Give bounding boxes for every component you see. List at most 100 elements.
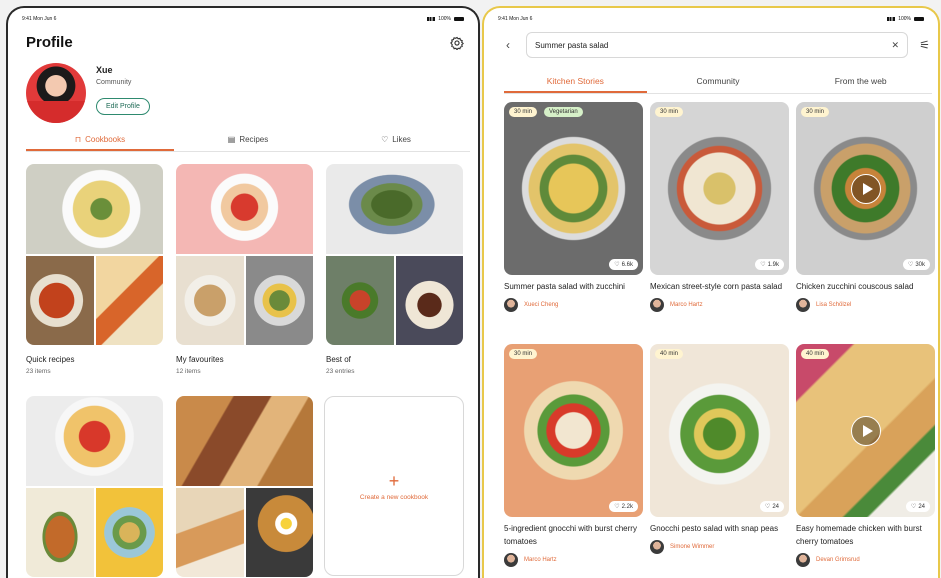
cookbook-card[interactable] [176,396,313,577]
search-value: Summer pasta salad [535,40,609,50]
heart-icon: ♡ [760,262,766,268]
recipe-title[interactable]: Easy homemade chicken with burst cherry … [796,522,935,548]
tab-cookbooks[interactable]: ⊓ Cookbooks [26,132,174,151]
recipe-card[interactable]: 40 min ♡ 24 Gnocchi pesto salad with snap… [650,344,789,554]
battery-icon [454,17,464,21]
food-photo [395,256,463,345]
author-name: Lisa Schölzel [816,302,852,308]
likes-badge[interactable]: ♡ 1.9k [755,259,784,270]
recipe-card[interactable]: 40 min ♡ 24 Easy homemade chicken with bu… [796,344,935,567]
recipe-icon: ▤ [227,135,236,144]
heart-icon: ♡ [910,504,917,510]
heart-icon: ♡ [614,262,620,268]
cookbook-title: My favourites [176,355,224,364]
status-bar: 9:41 Mon Jun 6 100% [498,16,924,22]
time-badge: 30 min [509,349,538,359]
recipe-title[interactable]: Mexican street-style corn pasta salad [650,280,789,293]
bookmark-icon: ⊓ [74,135,82,144]
food-photo [26,256,94,345]
tab-community[interactable]: Community [647,72,790,93]
time-badge: 30 min [801,107,830,117]
filter-icon[interactable]: ⚟ [919,38,930,52]
author-name: Xueci Cheng [524,302,559,308]
cookbook-count: 12 items [176,368,201,375]
likes-badge[interactable]: ♡ 24 [759,501,784,512]
author-avatar [504,553,518,567]
cookbook-card[interactable]: Quick recipes 23 items [26,164,163,375]
cookbook-count: 23 entries [326,368,355,375]
cookbook-card[interactable]: Best of 23 entries [326,164,463,375]
likes-count: 6.6k [621,261,633,268]
tab-from-the-web[interactable]: From the web [789,72,932,93]
recipe-title[interactable]: 5-ingredient gnocchi with burst cherry t… [504,522,643,548]
user-role: Community [96,79,132,86]
likes-count: 2.2k [621,503,633,510]
food-photo [26,396,163,486]
page-title: Profile [26,34,73,51]
status-bar: 9:41 Mon Jun 6 100% [22,16,464,22]
cookbook-title: Best of [326,355,351,364]
back-chevron-icon[interactable]: ‹ [506,38,510,52]
signal-icon [887,17,896,21]
food-photo [245,256,313,345]
cookbook-collage [176,164,313,345]
author-avatar [796,298,810,312]
likes-count: 1.9k [767,261,779,268]
play-icon[interactable] [850,173,881,204]
tab-kitchen-stories[interactable]: Kitchen Stories [504,72,647,93]
time-badge: 30 min [655,107,684,117]
recipe-author[interactable]: Marco Hartz [650,298,789,312]
avatar[interactable] [26,63,86,123]
tab-likes[interactable]: ♡ Likes [322,132,470,151]
recipe-title[interactable]: Summer pasta salad with zucchini [504,280,643,293]
heart-icon: ♡ [764,504,771,510]
search-input[interactable]: Summer pasta salad ✕ [526,32,908,58]
author-name: Simone Wimmer [670,544,715,550]
recipe-photo: 40 min ♡ 24 [796,344,935,517]
recipe-author[interactable]: Marco Hartz [504,553,643,567]
likes-badge[interactable]: ♡ 2.2k [609,501,638,512]
recipe-author[interactable]: Devan Grimsrud [796,553,935,567]
cookbook-count: 23 items [26,368,51,375]
recipe-title[interactable]: Chicken zucchini couscous salad [796,280,935,293]
status-time: 9:41 Mon Jun 6 [22,16,57,22]
cookbook-card[interactable]: My favourites 12 items [176,164,313,375]
user-name: Xue [96,65,113,75]
search-screen: 9:41 Mon Jun 6 100% ‹ Summer pasta salad… [482,6,940,578]
food-photo [95,256,163,345]
recipe-photo: 30 min Vegetarian ♡ 6.6k [504,102,643,275]
cookbook-card[interactable] [26,396,163,577]
food-photo [26,164,163,254]
recipe-author[interactable]: Xueci Cheng [504,298,643,312]
author-name: Devan Grimsrud [816,557,860,563]
tab-recipes[interactable]: ▤ Recipes [174,132,322,151]
edit-profile-button[interactable]: Edit Profile [96,98,150,115]
food-photo [176,488,244,577]
recipe-author[interactable]: Lisa Schölzel [796,298,935,312]
recipe-photo: 30 min ♡ 2.2k [504,344,643,517]
author-avatar [504,298,518,312]
clear-icon[interactable]: ✕ [891,40,899,51]
cookbook-collage [176,396,313,577]
likes-badge[interactable]: ♡ 6.6k [609,259,638,270]
play-icon[interactable] [850,415,881,446]
food-photo [26,488,94,577]
tab-label: Recipes [239,135,269,144]
recipe-title[interactable]: Gnocchi pesto salad with snap peas [650,522,789,535]
author-avatar [650,540,664,554]
signal-icon [427,17,436,21]
cookbook-collage [326,164,463,345]
author-name: Marco Hartz [524,557,557,563]
recipe-author[interactable]: Simone Wimmer [650,540,789,554]
battery-icon [914,17,924,21]
likes-badge[interactable]: ♡ 24 [905,501,930,512]
recipe-card[interactable]: 30 min ♡ 30k Chicken zucchini couscous sa… [796,102,935,312]
likes-badge[interactable]: ♡ 30k [902,259,930,270]
gear-icon[interactable] [450,36,464,50]
recipe-card[interactable]: 30 min Vegetarian ♡ 6.6k Summer pasta sal… [504,102,643,312]
create-cookbook-button[interactable]: + Create a new cookbook [324,396,464,576]
cookbook-title: Quick recipes [26,355,75,364]
food-photo [176,396,313,486]
recipe-card[interactable]: 30 min ♡ 2.2k 5-ingredient gnocchi with b… [504,344,643,567]
recipe-card[interactable]: 30 min ♡ 1.9k Mexican street-style corn p… [650,102,789,312]
